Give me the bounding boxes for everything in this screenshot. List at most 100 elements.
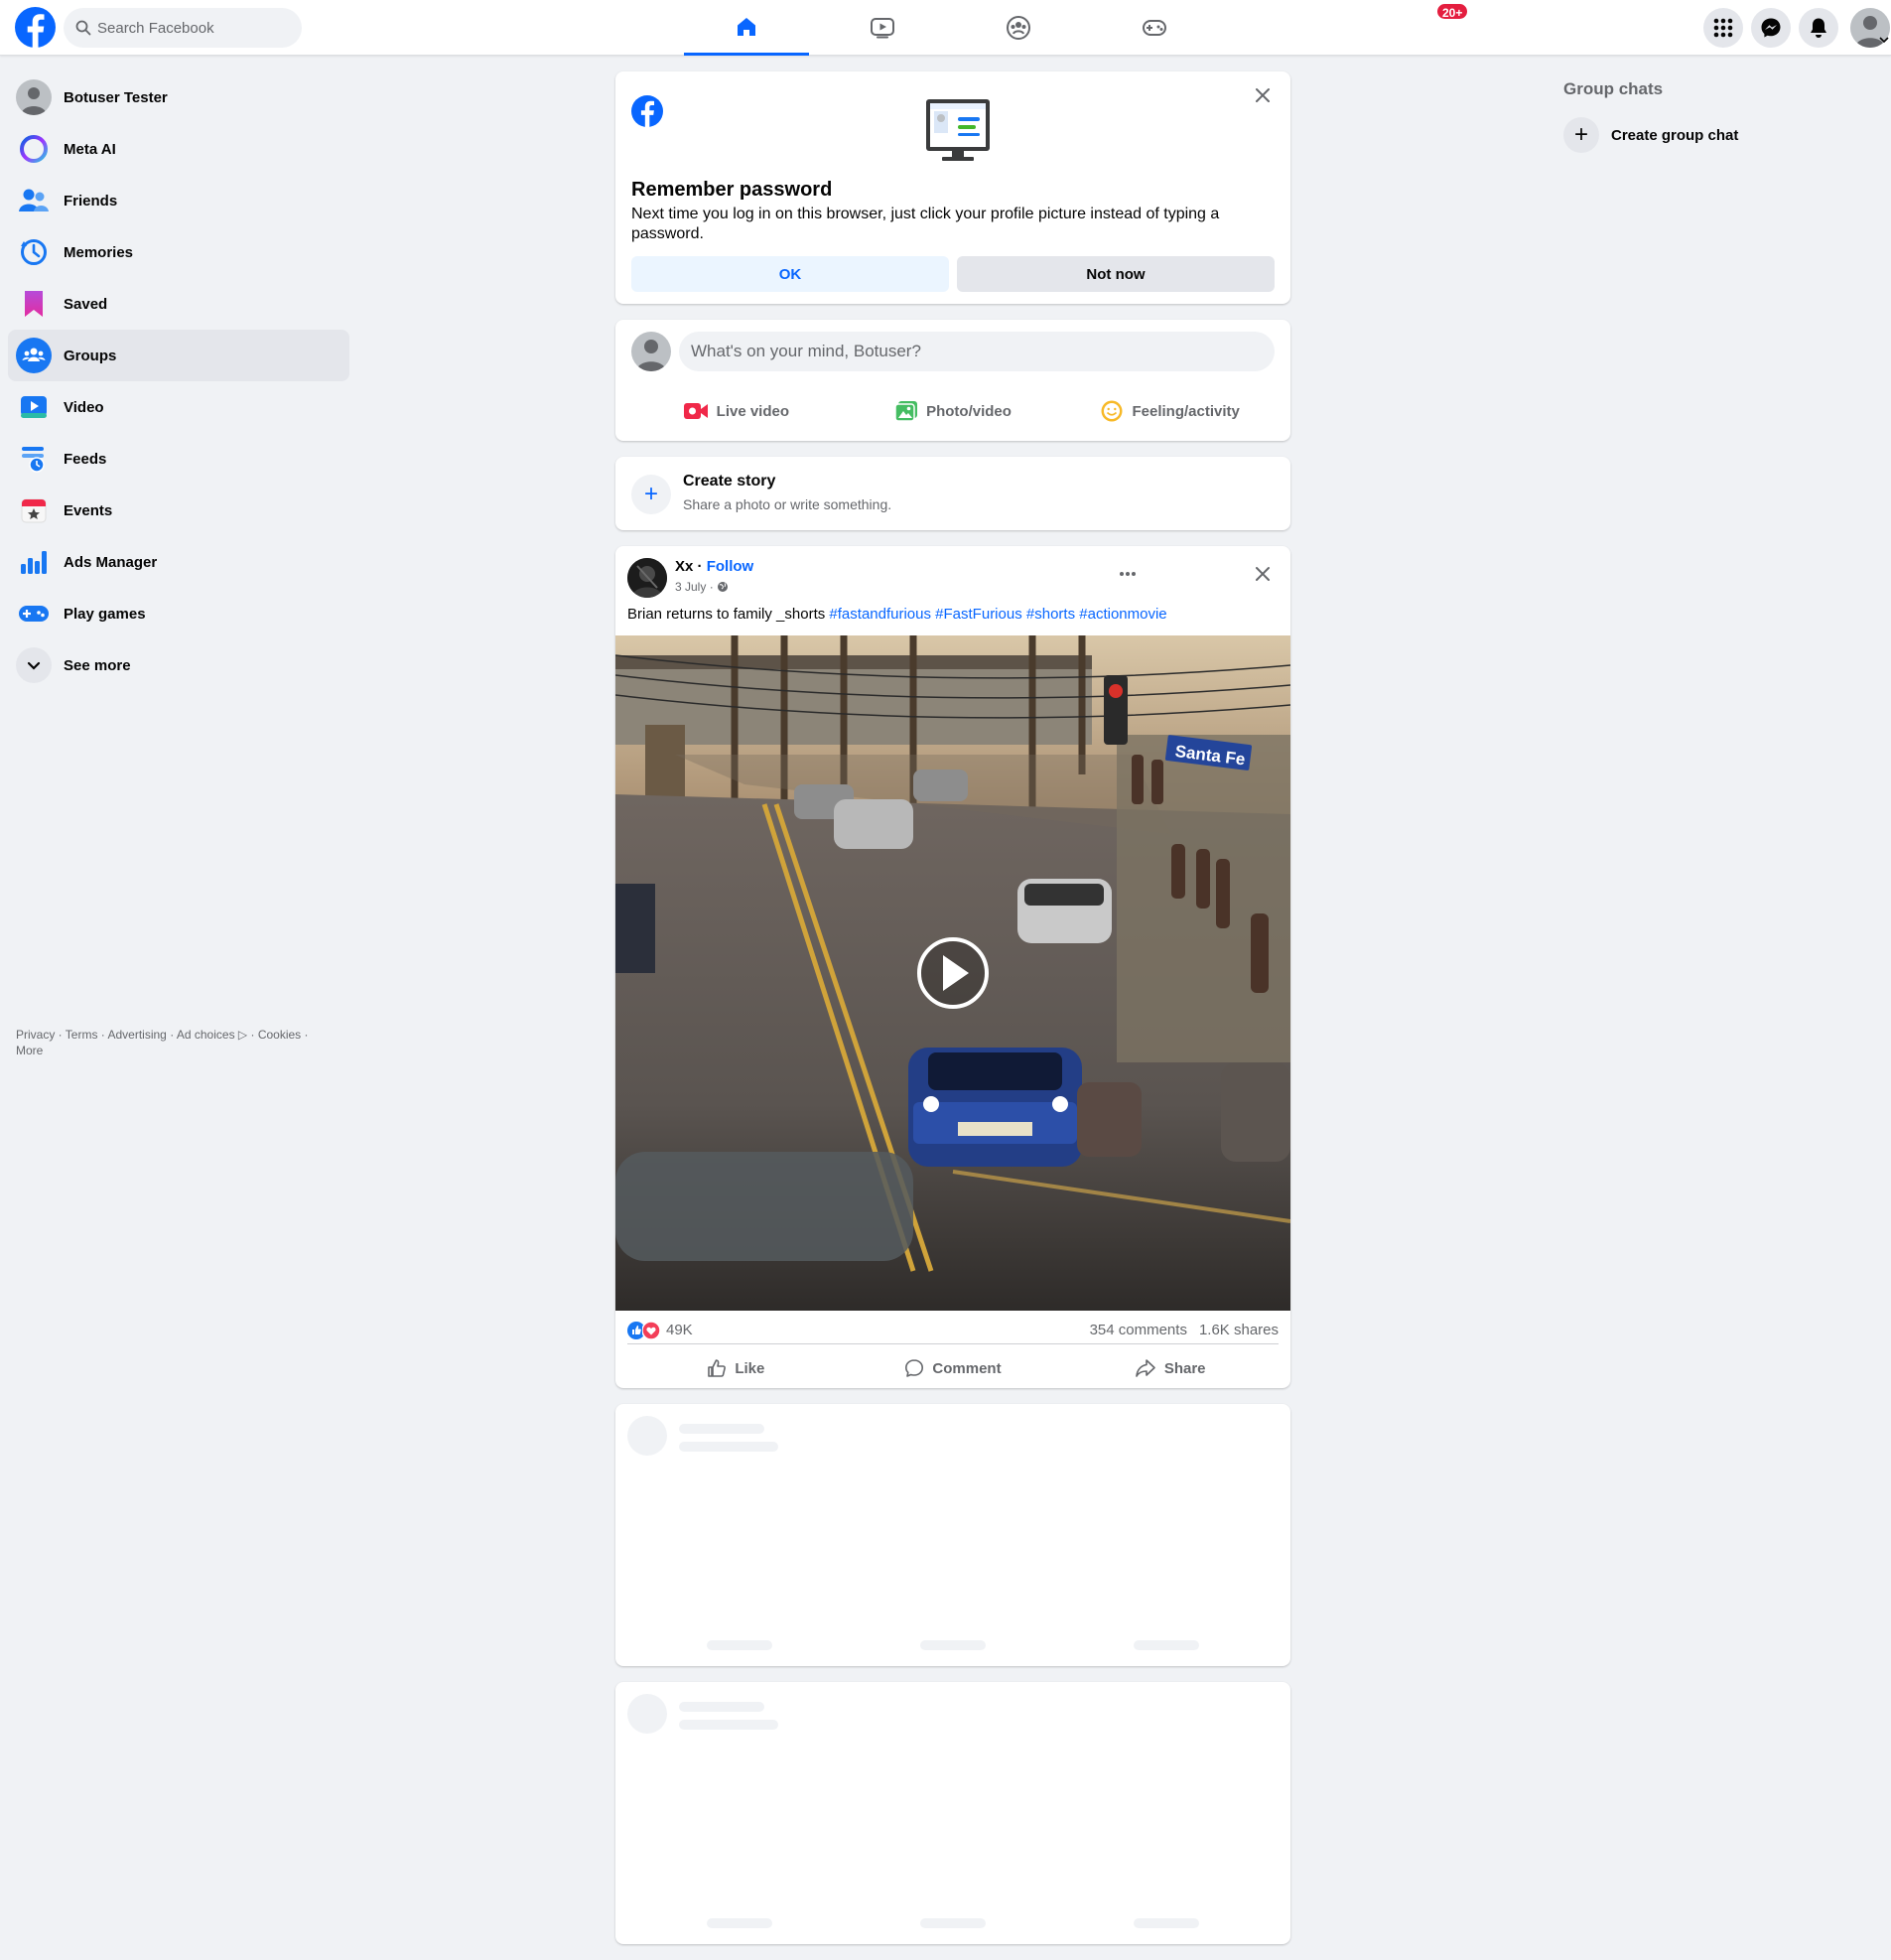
ok-button[interactable]: OK (631, 256, 949, 292)
terms-link[interactable]: Terms (66, 1028, 98, 1042)
create-group-chat-button[interactable]: + Create group chat (1563, 113, 1738, 157)
author-name[interactable]: Xx (675, 558, 693, 575)
skeleton-action (707, 1640, 772, 1650)
create-story-subtitle: Share a photo or write something. (683, 496, 892, 512)
advertising-link[interactable]: Advertising (107, 1028, 166, 1042)
skeleton-action (920, 1918, 986, 1928)
feed-post-card: Xx · Follow 3 July · Brian returns to fa… (615, 546, 1290, 1388)
sidebar-item-memories[interactable]: Memories (8, 226, 349, 278)
avatar[interactable] (631, 332, 671, 371)
loading-post-placeholder (615, 1682, 1290, 1944)
post-video[interactable]: Santa Fe (615, 635, 1290, 1311)
like-label: Like (735, 1359, 765, 1377)
post-date[interactable]: 3 July (675, 580, 706, 594)
chevron-down-icon[interactable] (1879, 36, 1889, 44)
feeling-activity-button[interactable]: Feeling/activity (1061, 389, 1279, 433)
comment-button[interactable]: Comment (845, 1348, 1062, 1388)
tab-video[interactable] (820, 0, 945, 56)
plus-icon: + (1563, 117, 1599, 153)
sidebar-item-label: Memories (64, 243, 134, 261)
messenger-button[interactable] (1751, 8, 1791, 48)
sidebar-item-see-more[interactable]: See more (8, 639, 349, 691)
live-video-icon (683, 403, 708, 419)
smiley-icon (1101, 400, 1123, 422)
share-icon (1136, 1359, 1155, 1377)
skeleton-line (679, 1442, 778, 1452)
tab-gaming[interactable] (1092, 0, 1217, 56)
hashtag-link[interactable]: #FastFurious (935, 606, 1022, 623)
footer-links: Privacy · Terms · Advertising · Ad choic… (16, 1028, 309, 1057)
avatar[interactable] (627, 558, 667, 598)
reactions-count[interactable]: 49K (666, 1322, 693, 1338)
profile-avatar (16, 79, 52, 115)
composer-input[interactable] (679, 332, 1275, 371)
love-reaction-icon[interactable] (642, 1321, 660, 1339)
composer-actions: Live video Photo/video Feeling/activity (627, 389, 1279, 433)
notifications-button[interactable] (1799, 8, 1838, 48)
messenger-icon (1761, 18, 1781, 38)
groups-icon (1007, 16, 1030, 40)
meta-ai-icon (16, 131, 52, 167)
photo-video-button[interactable]: Photo/video (845, 389, 1062, 433)
ad-choices-link[interactable]: Ad choices (177, 1028, 235, 1042)
saved-icon (16, 286, 52, 322)
share-label: Share (1163, 1359, 1206, 1377)
sidebar-item-profile[interactable]: Botuser Tester (8, 71, 349, 123)
sidebar-item-events[interactable]: Events (8, 485, 349, 536)
share-button[interactable]: Share (1061, 1348, 1279, 1388)
facebook-logo-icon[interactable] (15, 7, 56, 48)
search-input[interactable] (97, 8, 296, 48)
menu-button[interactable] (1703, 8, 1743, 48)
computer-illustration-icon (926, 99, 990, 161)
play-games-icon (16, 596, 52, 631)
sidebar-item-ads-manager[interactable]: Ads Manager (8, 536, 349, 588)
sidebar-item-groups[interactable]: Groups (8, 330, 349, 381)
sidebar-item-saved[interactable]: Saved (8, 278, 349, 330)
friends-icon (16, 183, 52, 218)
bell-icon (1811, 18, 1826, 38)
globe-icon (718, 582, 729, 592)
skeleton-avatar (627, 1694, 667, 1734)
post-author: Xx · Follow (675, 558, 753, 575)
live-video-button[interactable]: Live video (627, 389, 845, 433)
sidebar-item-label: Botuser Tester (64, 88, 168, 106)
sidebar-item-label: Groups (64, 347, 117, 364)
ad-choices-icon: ▷ (237, 1028, 248, 1042)
skeleton-action (1134, 1918, 1199, 1928)
menu-grid-icon (1713, 18, 1733, 38)
groups-icon (16, 338, 52, 373)
skeleton-line (679, 1424, 764, 1434)
sidebar-item-label: Events (64, 501, 113, 519)
post-options-button[interactable] (1112, 558, 1144, 590)
not-now-button[interactable]: Not now (957, 256, 1275, 292)
sidebar-item-friends[interactable]: Friends (8, 175, 349, 226)
sidebar-item-label: Play games (64, 605, 146, 623)
close-button[interactable] (1247, 79, 1279, 111)
create-story-card[interactable]: + Create story Share a photo or write so… (615, 457, 1290, 530)
hashtag-link[interactable]: #shorts (1026, 606, 1075, 623)
hashtag-link[interactable]: #actionmovie (1079, 606, 1166, 623)
sidebar-item-play-games[interactable]: Play games (8, 588, 349, 639)
left-sidebar: Botuser Tester Meta AI Friends Memories … (8, 71, 349, 691)
privacy-link[interactable]: Privacy (16, 1028, 55, 1042)
sidebar-item-feeds[interactable]: Feeds (8, 433, 349, 485)
follow-button[interactable]: Follow (707, 558, 754, 575)
remember-password-title: Remember password (631, 179, 833, 201)
search-box[interactable] (64, 8, 302, 48)
tab-home[interactable] (684, 0, 809, 56)
sidebar-item-meta-ai[interactable]: Meta AI (8, 123, 349, 175)
post-caption: Brian returns to family _shorts (627, 606, 826, 623)
cookies-link[interactable]: Cookies (258, 1028, 301, 1042)
shares-count[interactable]: 1.6K shares (1199, 1322, 1279, 1338)
skeleton-action (707, 1918, 772, 1928)
like-button[interactable]: Like (627, 1348, 845, 1388)
sidebar-item-video[interactable]: Video (8, 381, 349, 433)
comments-count[interactable]: 354 comments (1090, 1322, 1187, 1338)
skeleton-action (920, 1640, 986, 1650)
post-stats: 49K 354 comments 1.6K shares (627, 1317, 1279, 1344)
hashtag-link[interactable]: #fastandfurious (829, 606, 931, 623)
loading-post-placeholder (615, 1404, 1290, 1666)
hide-post-button[interactable] (1247, 558, 1279, 590)
tab-groups[interactable] (956, 0, 1081, 56)
more-link[interactable]: More (16, 1044, 43, 1057)
